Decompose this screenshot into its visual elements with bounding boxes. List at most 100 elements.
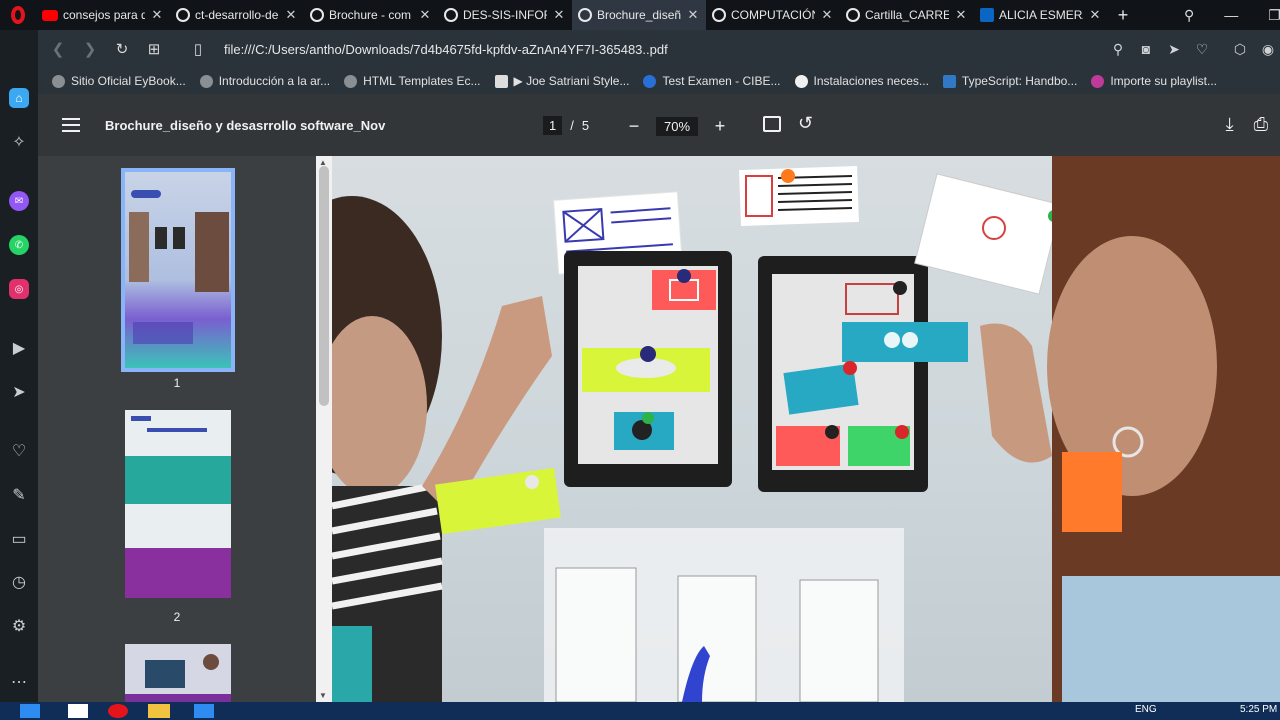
more-icon[interactable]: ⋯ <box>9 672 29 692</box>
zoom-controls: − 70% + <box>626 116 728 137</box>
tab-2[interactable]: Brochure - com ✕ <box>304 0 438 30</box>
tab-close-icon[interactable]: ✕ <box>552 7 566 23</box>
clock[interactable]: 5:25 PM <box>1240 704 1277 718</box>
vscode-icon[interactable] <box>194 704 214 718</box>
download-icon[interactable]: ⤓ <box>1226 114 1234 135</box>
document-title: Brochure_diseño y desasrrollo software_N… <box>105 118 386 133</box>
thumbnail-page-2[interactable] <box>125 410 231 598</box>
tab-5[interactable]: COMPUTACIÓN ✕ <box>706 0 840 30</box>
address-bar: ❮ ❯ ↻ ⊞ ▯ file:///C:/Users/antho/Downloa… <box>38 30 1280 68</box>
globe-icon <box>846 8 860 22</box>
minimize-button[interactable]: — <box>1224 7 1238 23</box>
tab-close-icon[interactable]: ✕ <box>1088 7 1102 23</box>
restore-button[interactable]: ❐ <box>1268 7 1280 24</box>
bookmark-item[interactable]: HTML Templates Ec... <box>344 74 481 88</box>
tab-1[interactable]: ct-desarrollo-de ✕ <box>170 0 304 30</box>
explorer-icon[interactable] <box>148 704 170 718</box>
reload-button[interactable]: ↻ <box>106 40 138 58</box>
window-controls: ⚲ — ❐ <box>1184 0 1280 30</box>
bookmark-item[interactable]: Importe su playlist... <box>1091 74 1217 88</box>
bookmark-icon <box>199 74 213 88</box>
tab-close-icon[interactable]: ✕ <box>418 7 432 23</box>
instagram-icon[interactable]: ◎ <box>9 279 29 299</box>
tab-close-icon[interactable]: ✕ <box>150 7 164 23</box>
heart-icon[interactable]: ♡ <box>9 441 29 461</box>
tab-3[interactable]: DES-SIS-INFOR ✕ <box>438 0 572 30</box>
fit-page-icon[interactable] <box>763 116 781 132</box>
zoom-in-button[interactable]: + <box>712 116 728 137</box>
file-icon: ▯ <box>193 41 203 58</box>
tab-close-icon[interactable]: ✕ <box>686 7 700 23</box>
bookmark-item[interactable]: ▶ Joe Satriani Style... <box>494 74 629 88</box>
bookmark-item[interactable]: Test Examen - CIBE... <box>643 74 781 88</box>
scrollbar-thumb[interactable] <box>319 166 329 406</box>
browser-window: consejos para q ✕ ct-desarrollo-de ✕ Broch… <box>0 0 1280 720</box>
heart-icon[interactable]: ♡ <box>1190 41 1214 58</box>
globe-icon <box>444 8 458 22</box>
bookmarks-bar: Sitio Oficial EyBook... Introducción a l… <box>38 68 1280 94</box>
tab-close-icon[interactable]: ✕ <box>954 7 968 23</box>
page-photo <box>332 156 1280 702</box>
zoom-level-input[interactable]: 70% <box>656 117 699 136</box>
home-icon[interactable]: ⌂ <box>9 88 29 108</box>
tab-0[interactable]: consejos para q ✕ <box>36 0 170 30</box>
rocket-icon[interactable]: ✧ <box>9 132 29 152</box>
zoom-out-button[interactable]: − <box>626 116 642 137</box>
page-number-input[interactable]: 1 <box>543 116 563 135</box>
tab-7[interactable]: ALICIA ESMERA ✕ <box>974 0 1108 30</box>
url-field[interactable]: file:///C:/Users/antho/Downloads/7d4b467… <box>224 42 668 57</box>
speed-dial-icon[interactable]: ⊞ <box>138 40 170 58</box>
send-icon[interactable]: ➤ <box>1162 41 1186 58</box>
messenger-icon[interactable]: ✉ <box>9 191 29 211</box>
page-selector: 1 / 5 <box>543 116 589 135</box>
pdf-actions: ⤓ ⎙ <box>1226 114 1268 135</box>
send-icon[interactable]: ➤ <box>9 382 29 402</box>
bookmark-item[interactable]: Introducción a la ar... <box>199 74 330 88</box>
opera-menu-button[interactable] <box>0 0 36 30</box>
back-button[interactable]: ❮ <box>42 40 74 58</box>
globe-icon <box>578 8 592 22</box>
extensions-icon[interactable]: ⬡ <box>1228 41 1252 58</box>
tab-close-icon[interactable]: ✕ <box>820 7 834 23</box>
scroll-down-icon[interactable]: ▼ <box>319 691 327 700</box>
player-icon[interactable]: ▶ <box>9 338 29 358</box>
search-taskbar-icon[interactable] <box>68 704 88 718</box>
start-icon[interactable] <box>20 704 40 718</box>
thumbnail-label: 1 <box>173 376 181 390</box>
thumbnail-scrollbar[interactable]: ▲ ▼ <box>316 156 332 702</box>
tab-close-icon[interactable]: ✕ <box>284 7 298 23</box>
edit-icon[interactable]: ✎ <box>9 485 29 505</box>
thumbnail-2-preview <box>125 416 231 598</box>
thumbnail-label: 2 <box>173 610 181 624</box>
history-icon[interactable]: ◷ <box>9 572 29 592</box>
menu-icon[interactable] <box>62 118 80 132</box>
forward-button[interactable]: ❯ <box>74 40 106 58</box>
thumbnail-1-preview <box>129 190 229 344</box>
settings-icon[interactable]: ⚙ <box>9 616 29 636</box>
thumbnail-panel: 1 2 <box>38 156 316 702</box>
tab-6[interactable]: Cartilla_CARRER✕ <box>840 0 974 30</box>
tab-4-active[interactable]: Brochure_diseñ ✕ <box>572 0 706 30</box>
rotate-icon[interactable]: ↺ <box>798 113 813 134</box>
tabs-icon[interactable]: ▭ <box>9 529 29 549</box>
print-icon[interactable]: ⎙ <box>1254 114 1268 135</box>
new-tab-button[interactable]: + <box>1108 5 1138 26</box>
profile-icon[interactable]: ◉ <box>1256 41 1280 58</box>
bookmark-icon <box>643 74 657 88</box>
bookmark-item[interactable]: TypeScript: Handbo... <box>942 74 1077 88</box>
search-icon[interactable]: ⚲ <box>1106 41 1130 58</box>
globe-icon <box>712 8 726 22</box>
bookmark-icon <box>494 74 508 88</box>
whatsapp-icon[interactable]: ✆ <box>9 235 29 255</box>
thumbnail-3-preview <box>125 644 231 702</box>
page-total: 5 <box>581 118 590 133</box>
camera-icon[interactable]: ◙ <box>1134 41 1158 57</box>
thumbnail-page-3[interactable] <box>125 644 231 702</box>
tab-search-icon[interactable]: ⚲ <box>1184 7 1194 24</box>
os-taskbar: ENG 5:25 PM <box>0 702 1280 720</box>
thumbnail-page-1[interactable] <box>121 168 235 372</box>
opera-taskbar-icon[interactable] <box>108 704 128 718</box>
bookmark-item[interactable]: Instalaciones neces... <box>794 74 929 88</box>
bookmark-item[interactable]: Sitio Oficial EyBook... <box>52 74 186 88</box>
language-indicator[interactable]: ENG <box>1135 704 1157 718</box>
